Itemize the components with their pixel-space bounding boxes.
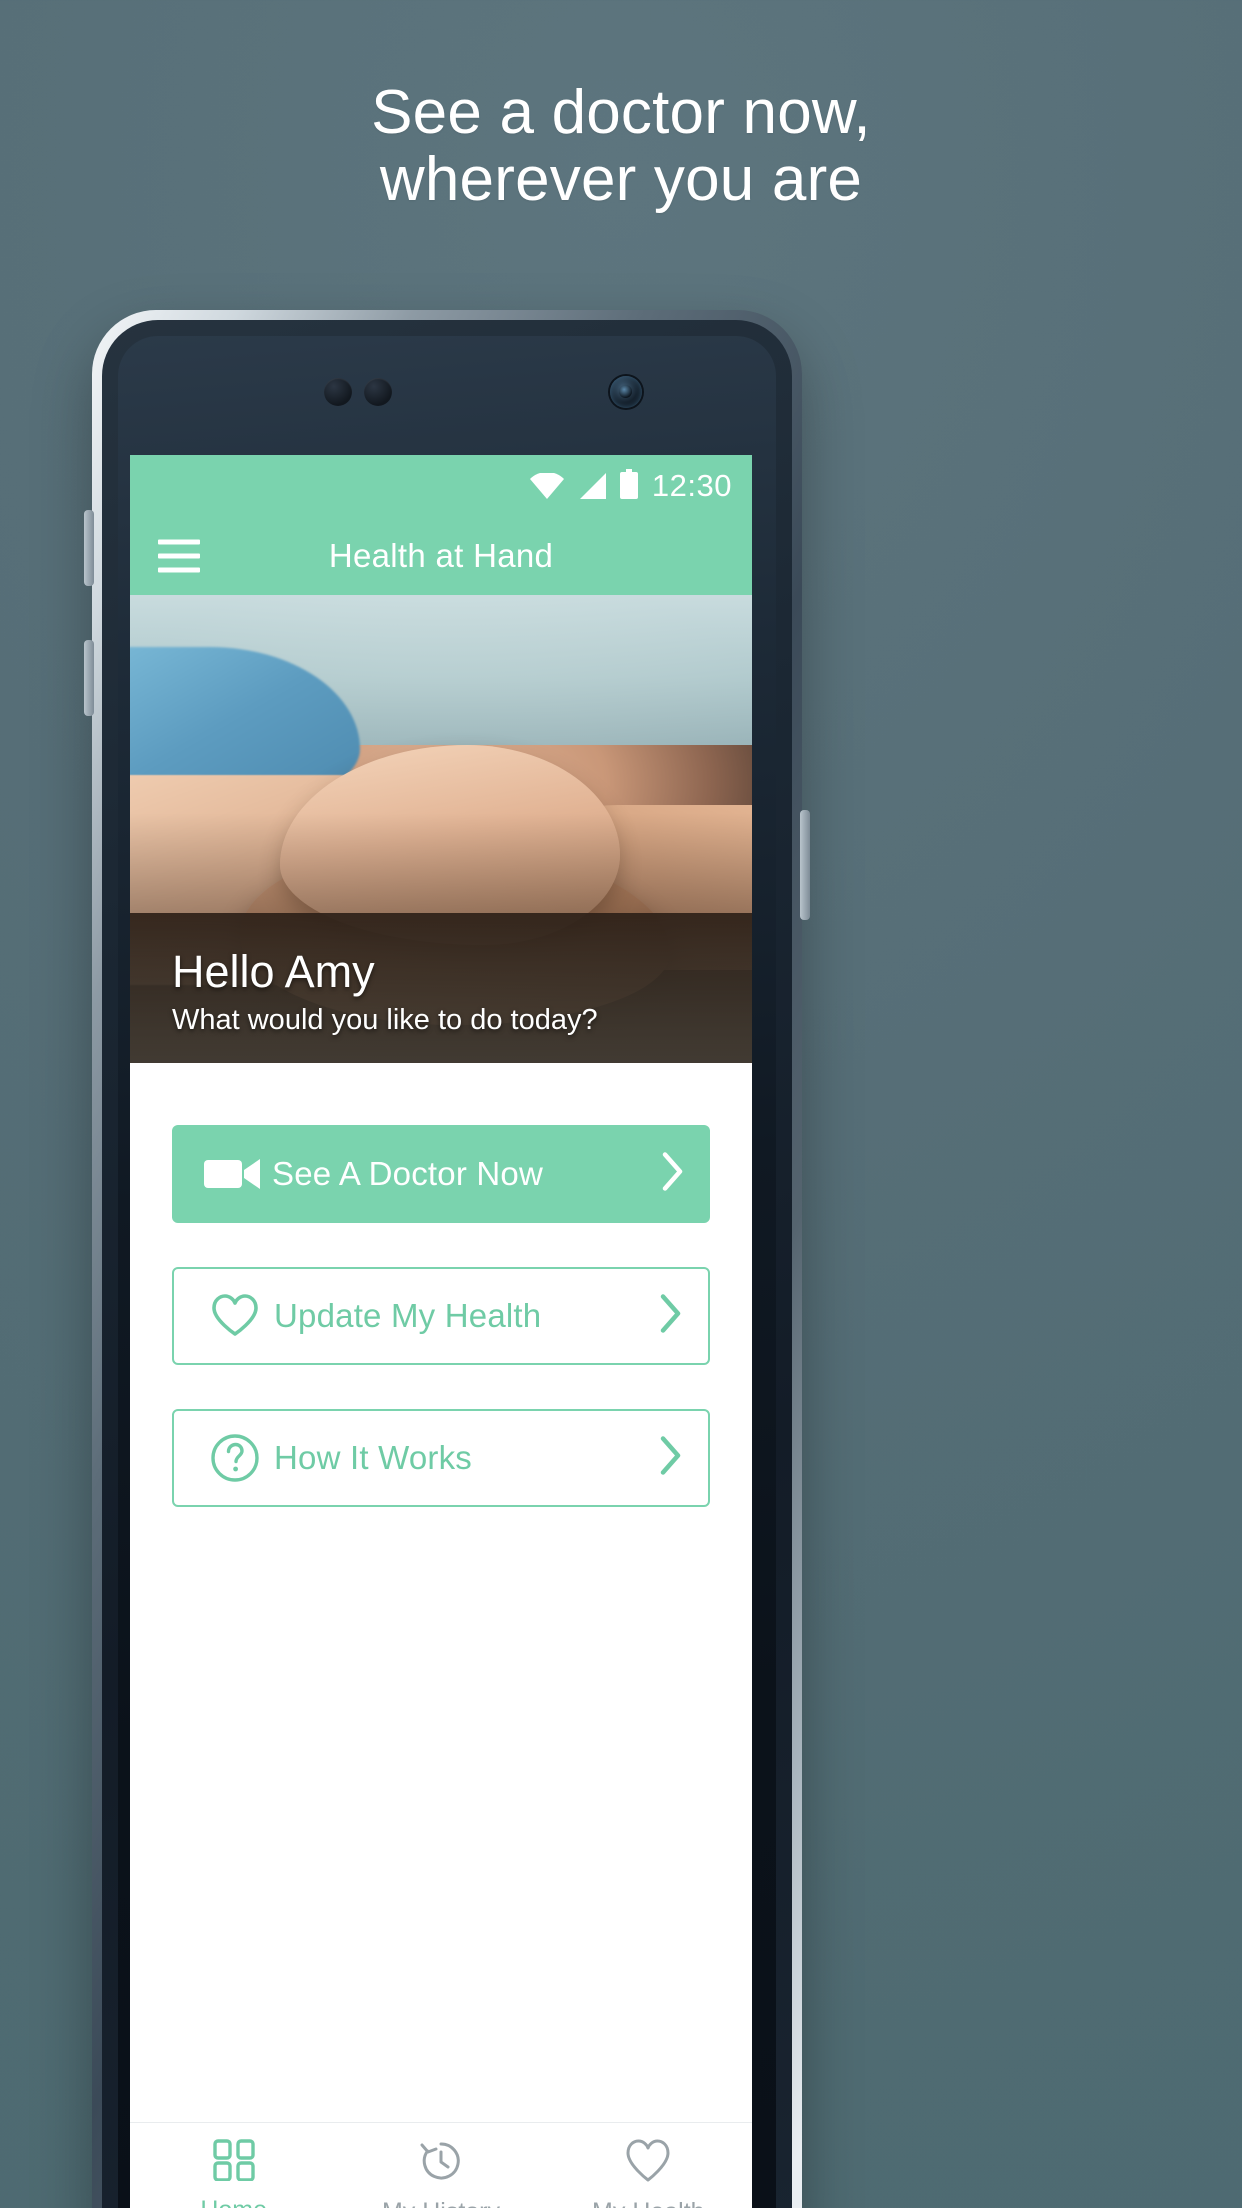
wifi-icon [529, 471, 564, 504]
grid-icon [212, 2139, 255, 2186]
front-camera-icon [610, 376, 642, 408]
nav-item-home[interactable]: Home [130, 2139, 337, 2208]
phone-mockup: 12:30 Health at Hand Hello Amy What woul… [84, 310, 810, 2208]
chevron-right-icon [660, 1294, 682, 1339]
nav-item-home-label: Home [200, 2196, 267, 2208]
battery-icon [619, 468, 638, 504]
how-it-works-label: How It Works [274, 1439, 472, 1476]
video-camera-icon [194, 1156, 272, 1192]
promo-headline-line1: See a doctor now, [371, 78, 871, 147]
app-bar: Health at Hand [130, 517, 752, 595]
see-a-doctor-now-label: See A Doctor Now [272, 1155, 544, 1192]
hamburger-menu-icon[interactable] [158, 539, 200, 573]
chevron-right-icon [662, 1152, 684, 1197]
light-sensor-icon [364, 378, 392, 406]
how-it-works-button[interactable]: How It Works [172, 1409, 710, 1507]
promo-headline: See a doctor now, wherever you are [0, 78, 1242, 214]
nav-item-my-history[interactable]: My History [337, 2139, 544, 2208]
app-screen: 12:30 Health at Hand Hello Amy What woul… [130, 455, 752, 2208]
status-bar-clock: 12:30 [651, 468, 732, 503]
bottom-navigation-bar: Home My History My Hea [130, 2122, 752, 2208]
proximity-sensor-icon [324, 378, 352, 406]
promo-headline-line2: wherever you are [379, 144, 863, 214]
nav-item-my-history-label: My History [382, 2198, 500, 2208]
phone-volume-down-button [84, 640, 94, 716]
page-title: Health at Hand [328, 537, 554, 574]
hero-text-block: Hello Amy What would you like to do toda… [172, 945, 598, 1038]
heart-outline-icon [196, 1294, 274, 1338]
nav-item-my-health[interactable]: My Health [545, 2139, 752, 2208]
nav-item-my-health-label: My Health [592, 2198, 705, 2208]
update-my-health-label: Update My Health [274, 1297, 542, 1334]
see-a-doctor-now-button[interactable]: See A Doctor Now [172, 1125, 710, 1223]
phone-volume-up-button [84, 510, 94, 586]
greeting-subtitle: What would you like to do today? [172, 1004, 598, 1036]
question-circle-icon [196, 1433, 274, 1483]
action-list: See A Doctor Now Update My Health How It… [130, 1063, 752, 1507]
hero-image: Hello Amy What would you like to do toda… [130, 595, 752, 1063]
phone-power-button [800, 810, 810, 920]
update-my-health-button[interactable]: Update My Health [172, 1267, 710, 1365]
heart-outline-icon [625, 2139, 671, 2188]
chevron-right-icon [660, 1436, 682, 1481]
status-bar: 12:30 [130, 455, 752, 517]
history-clock-icon [419, 2139, 463, 2188]
greeting-text: Hello Amy [172, 945, 375, 997]
cellular-signal-icon [578, 472, 606, 504]
